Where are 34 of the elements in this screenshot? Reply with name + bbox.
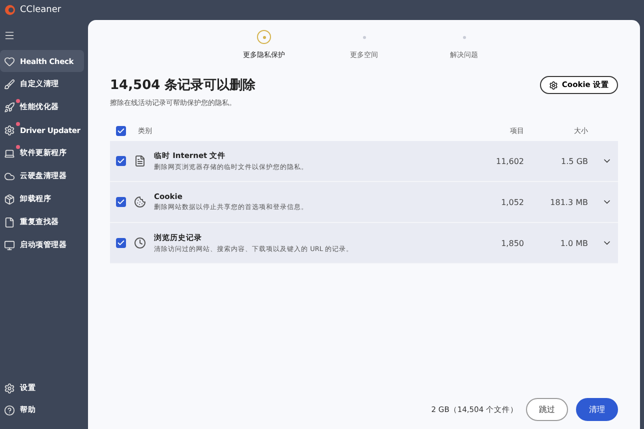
menu-icon[interactable] bbox=[4, 30, 15, 40]
package-icon bbox=[4, 194, 15, 204]
gear-icon bbox=[4, 124, 15, 136]
app-title: CCleaner bbox=[20, 5, 62, 15]
page-heading: 14,504 条记录可以删除 bbox=[110, 77, 256, 94]
table-cell-text: 181.3 MB bbox=[549, 198, 588, 206]
settings-icon bbox=[548, 80, 558, 90]
brush-icon bbox=[4, 78, 15, 90]
help-icon bbox=[4, 404, 15, 416]
table-cell-text: 1.5 GB bbox=[560, 156, 588, 166]
monitor-icon bbox=[4, 240, 15, 250]
checkbox[interactable] bbox=[116, 238, 126, 248]
checkbox[interactable] bbox=[116, 126, 126, 136]
notification-dot bbox=[16, 99, 20, 103]
settings-icon bbox=[4, 382, 15, 394]
heart-icon bbox=[4, 56, 15, 66]
table-cell-text: 1.0 MB bbox=[559, 238, 588, 248]
clean-button[interactable]: 清理 bbox=[576, 398, 618, 421]
notification-dot bbox=[16, 122, 20, 126]
table-cell-text: 1,850 bbox=[500, 238, 524, 248]
skip-button[interactable]: 跳过 bbox=[526, 398, 568, 421]
checkbox[interactable] bbox=[116, 197, 126, 207]
checkbox[interactable] bbox=[116, 156, 126, 166]
cookie-icon bbox=[134, 196, 146, 208]
logo-icon bbox=[4, 4, 16, 16]
file-icon bbox=[4, 216, 15, 228]
table-cell-text: 11,602 bbox=[495, 156, 524, 166]
rocket-icon bbox=[4, 102, 15, 112]
laptop-icon bbox=[4, 148, 15, 158]
document-icon bbox=[134, 155, 146, 167]
clock-icon bbox=[134, 237, 146, 249]
table-cell-text: 1,052 bbox=[500, 198, 524, 206]
notification-dot bbox=[16, 145, 20, 149]
cloud-icon bbox=[4, 170, 15, 182]
